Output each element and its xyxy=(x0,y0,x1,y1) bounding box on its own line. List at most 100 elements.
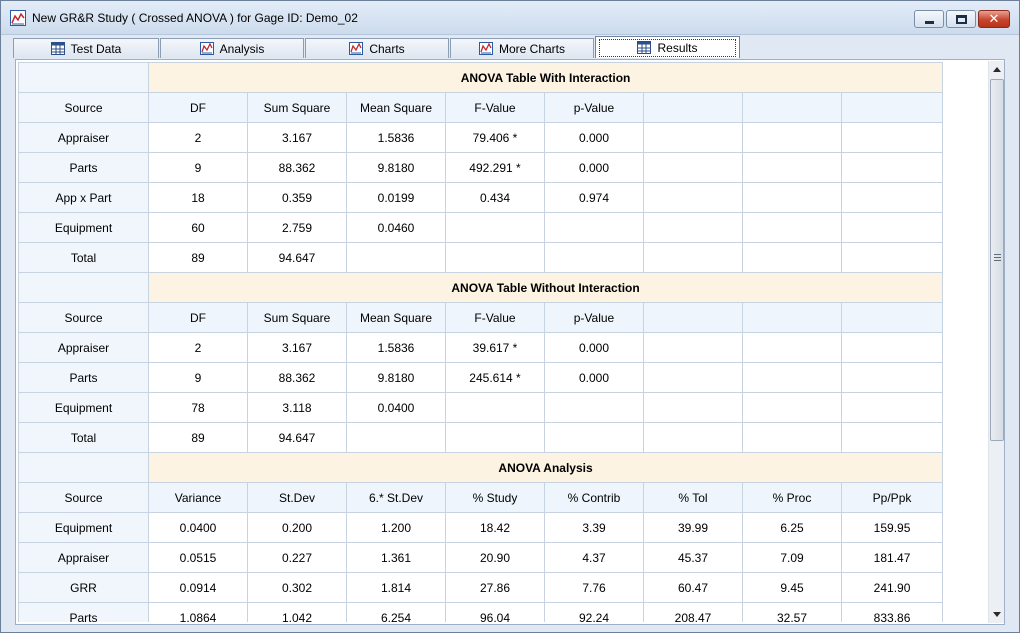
title-bar[interactable]: New GR&R Study ( Crossed ANOVA ) for Gag… xyxy=(1,1,1019,35)
table-row[interactable]: Appraiser 2 3.167 1.5836 39.617 * 0.000 xyxy=(18,332,944,363)
table-row[interactable]: GRR 0.0914 0.302 1.814 27.86 7.76 60.47 9.45 241… xyxy=(18,572,944,603)
tab-analysis[interactable]: Analysis xyxy=(160,38,304,58)
scroll-up-button[interactable] xyxy=(989,61,1005,78)
window-title: New GR&R Study ( Crossed ANOVA ) for Gag… xyxy=(32,11,358,25)
row-header-cell: Equipment xyxy=(18,212,149,243)
data-cell: 2 xyxy=(148,332,248,363)
data-cell: 18.42 xyxy=(445,512,545,543)
table-row[interactable]: Total 89 94.647 xyxy=(18,242,944,273)
data-cell: 0.000 xyxy=(544,362,644,393)
tab-content: Test Data xyxy=(14,42,158,56)
vertical-scrollbar[interactable] xyxy=(988,61,1004,623)
data-cell: 0.0914 xyxy=(148,572,248,603)
data-cell: 94.647 xyxy=(247,242,347,273)
table-row[interactable]: Parts 1.0864 1.042 6.254 96.04 92.24 208.47 32.… xyxy=(18,602,944,622)
chart-icon xyxy=(199,42,214,55)
data-cell xyxy=(840,122,944,153)
data-cell: 3.118 xyxy=(247,392,347,423)
scroll-down-button[interactable] xyxy=(989,606,1005,623)
column-header xyxy=(742,92,842,123)
chart-icon xyxy=(478,42,493,55)
scroll-thumb[interactable] xyxy=(990,79,1004,441)
data-cell xyxy=(346,242,446,273)
data-cell xyxy=(840,242,944,273)
row-header-cell: Total xyxy=(18,422,149,453)
data-cell: 89 xyxy=(148,422,248,453)
data-cell: 18 xyxy=(148,182,248,213)
data-cell: 39.99 xyxy=(643,512,743,543)
column-header-row: Source DF Sum Square Mean Square F-Value p-Va… xyxy=(18,92,944,123)
column-header: F-Value xyxy=(445,302,545,333)
arrow-down-icon xyxy=(993,612,1001,617)
table-row[interactable]: Appraiser 0.0515 0.227 1.361 20.90 4.37 45.37 7… xyxy=(18,542,944,573)
table-row[interactable]: Appraiser 2 3.167 1.5836 79.406 * 0.000 xyxy=(18,122,944,153)
table-row[interactable]: Parts 9 88.362 9.8180 245.614 * 0.000 xyxy=(18,362,944,393)
tab-test-data[interactable]: Test Data xyxy=(13,38,159,58)
column-header: % Contrib xyxy=(544,482,644,513)
row-header-cell: Equipment xyxy=(18,392,149,423)
tab-charts[interactable]: Charts xyxy=(305,38,449,58)
data-cell: 88.362 xyxy=(247,362,347,393)
table-row[interactable]: App x Part 18 0.359 0.0199 0.434 0.974 xyxy=(18,182,944,213)
section-title-row: ANOVA Table With Interaction xyxy=(18,62,944,93)
section-title-analysis: ANOVA Analysis xyxy=(147,452,944,483)
maximize-icon xyxy=(956,15,967,24)
table-icon xyxy=(50,42,65,55)
data-cell: 3.167 xyxy=(247,122,347,153)
tab-content: Results xyxy=(599,39,736,57)
maximize-button[interactable] xyxy=(946,10,976,28)
table-row[interactable]: Total 89 94.647 xyxy=(18,422,944,453)
data-cell: 32.57 xyxy=(742,602,842,622)
data-cell xyxy=(840,362,944,393)
data-cell xyxy=(544,422,644,453)
data-cell: 0.359 xyxy=(247,182,347,213)
tab-results[interactable]: Results xyxy=(595,36,740,58)
data-cell: 1.5836 xyxy=(346,332,446,363)
close-button[interactable]: ✕ xyxy=(978,10,1010,28)
results-panel: ANOVA Table With Interaction Source DF Sum … xyxy=(15,59,1005,625)
table-row[interactable]: Equipment 60 2.759 0.0460 xyxy=(18,212,944,243)
table-row[interactable]: Equipment 78 3.118 0.0400 xyxy=(18,392,944,423)
tab-label: Test Data xyxy=(70,42,122,56)
results-grid-viewport: ANOVA Table With Interaction Source DF Sum … xyxy=(18,62,987,622)
data-cell: 1.200 xyxy=(346,512,446,543)
data-cell: 0.0400 xyxy=(346,392,446,423)
data-cell xyxy=(643,242,743,273)
data-cell: 9 xyxy=(148,362,248,393)
chart-icon xyxy=(349,42,364,55)
data-cell: 89 xyxy=(148,242,248,273)
data-cell xyxy=(643,122,743,153)
data-cell xyxy=(840,332,944,363)
data-cell: 1.042 xyxy=(247,602,347,622)
minimize-button[interactable] xyxy=(914,10,944,28)
section-title-with-interaction: ANOVA Table With Interaction xyxy=(147,62,944,93)
table-row[interactable]: Parts 9 88.362 9.8180 492.291 * 0.000 xyxy=(18,152,944,183)
tab-content: Charts xyxy=(306,42,448,56)
column-header: Variance xyxy=(148,482,248,513)
data-cell xyxy=(840,182,944,213)
column-header-row: Source Variance St.Dev 6.* St.Dev% Study% C… xyxy=(18,482,944,513)
column-header xyxy=(643,302,743,333)
data-cell: 492.291 * xyxy=(445,152,545,183)
data-cell: 0.302 xyxy=(247,572,347,603)
grip-icon xyxy=(994,254,1001,261)
tab-more-charts[interactable]: More Charts xyxy=(450,38,594,58)
column-header: % Tol xyxy=(643,482,743,513)
data-cell xyxy=(840,392,944,423)
tab-label: More Charts xyxy=(498,42,566,56)
data-cell xyxy=(643,152,743,183)
data-cell: 45.37 xyxy=(643,542,743,573)
data-cell: 2 xyxy=(148,122,248,153)
minimize-icon xyxy=(925,21,934,24)
section-title-without-interaction: ANOVA Table Without Interaction xyxy=(147,272,944,303)
data-cell xyxy=(346,422,446,453)
data-cell: 0.200 xyxy=(247,512,347,543)
data-cell: 0.0515 xyxy=(148,542,248,573)
column-header: St.Dev xyxy=(247,482,347,513)
data-cell xyxy=(742,242,842,273)
tab-label: Results xyxy=(657,41,698,55)
data-cell: 1.814 xyxy=(346,572,446,603)
column-header: % Proc xyxy=(742,482,842,513)
data-cell xyxy=(742,152,842,183)
table-row[interactable]: Equipment 0.0400 0.200 1.200 18.42 3.39 39.99 6… xyxy=(18,512,944,543)
